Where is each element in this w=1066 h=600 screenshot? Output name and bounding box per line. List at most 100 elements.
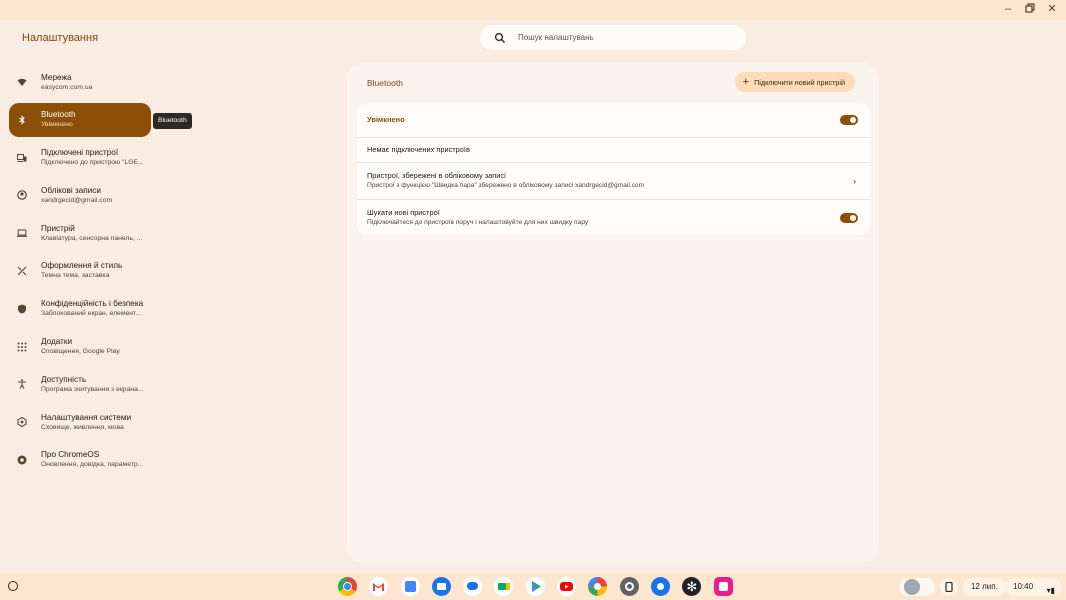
search-icon (494, 32, 506, 43)
sidebar-item-label: Облікові записи (41, 185, 101, 195)
bluetooth-icon (17, 115, 27, 125)
sidebar-item-sub: Увімкнено (41, 121, 73, 129)
snowflake-app-icon[interactable]: ✻ (682, 577, 702, 596)
sidebar: Мережа easycom.com.ua Bluetooth Увімкнено … (9, 65, 157, 481)
youtube-icon[interactable] (557, 577, 577, 596)
fast-pair-scan-sub: Підключайтеся до пристроїв поруч і налаш… (367, 218, 589, 226)
fast-pair-scan-row[interactable]: Шукати нові пристрої Підключайтеся до пр… (357, 200, 870, 235)
sidebar-item-label: Оформлення й стиль (41, 261, 123, 271)
settings-icon[interactable] (619, 577, 639, 596)
launcher-button[interactable] (8, 581, 18, 591)
clock: 10:40 (1013, 582, 1034, 591)
sidebar-item-accessibility[interactable]: Доступність Програма зчитування з екрана.… (9, 367, 151, 401)
account-avatar[interactable] (899, 578, 935, 596)
sidebar-item-sub: Програма зчитування з екрана... (41, 385, 144, 393)
fast-pair-scan-title: Шукати нові пристрої (367, 207, 440, 217)
app-title: Налаштування (22, 32, 99, 44)
bluetooth-state-label: Увімкнено (367, 115, 405, 124)
pair-new-device-button[interactable]: + Підключити новий пристрій (734, 72, 855, 92)
app-blue-icon[interactable] (650, 577, 670, 596)
sidebar-item-sub: Заблокований екран, елемент... (41, 310, 142, 318)
sidebar-item-label: Налаштування системи (41, 412, 132, 422)
window-controls: – ✕ (1002, 3, 1058, 15)
sidebar-item-label: Додатки (41, 337, 73, 347)
restore-icon (1025, 3, 1035, 13)
window-titlebar: – ✕ (0, 0, 1066, 20)
avatar (904, 579, 920, 595)
shelf: ✻ 12 лип. 10:40 ▾▮ (0, 573, 1066, 600)
page-title: Bluetooth (367, 78, 403, 88)
sidebar-item-label: Про ChromeOS (41, 450, 100, 460)
play-store-icon[interactable] (525, 577, 545, 596)
sidebar-item-label: Конфіденційність і безпека (41, 299, 144, 309)
sidebar-item-device[interactable]: Пристрій Клавіатура, сенсорна панель, ... (9, 216, 151, 250)
gmail-icon[interactable] (369, 577, 389, 596)
search-box[interactable] (480, 25, 746, 50)
sidebar-item-sub: Оновлення, довідка, параметр... (41, 461, 144, 469)
fast-pair-toggle[interactable] (840, 212, 858, 223)
settings-app: Налаштування Мережаeasycom.com.ua Blueto… (0, 20, 1066, 573)
laptop-icon (17, 228, 27, 238)
sidebar-item-apps[interactable]: Додатки Сповіщення, Google Play (9, 330, 151, 364)
connected-devices-icon (17, 153, 27, 163)
sidebar-item-sub: Клавіатура, сенсорна панель, ... (41, 234, 143, 242)
photos-icon[interactable] (588, 577, 608, 596)
phone-hub-button[interactable] (940, 578, 958, 596)
palette-icon (17, 266, 27, 276)
close-button[interactable]: ✕ (1046, 3, 1058, 15)
status-tray[interactable]: 10:40 ▾▮ (1005, 578, 1061, 596)
sidebar-item-label: Bluetooth (41, 110, 76, 120)
sidebar-item-sub: xandrgecid@gmail.com (41, 196, 113, 204)
chromeos-icon (17, 455, 27, 465)
plus-icon: + (742, 75, 750, 88)
shield-icon (17, 304, 27, 314)
no-devices-row: Немає підключених пристроїв (357, 138, 870, 162)
messages-icon[interactable] (463, 577, 483, 596)
date-tray[interactable]: 12 лип. (963, 578, 1006, 596)
saved-devices-title: Пристрої, збережені в обліковому записі (367, 171, 506, 180)
minimize-button[interactable]: – (1002, 3, 1014, 15)
sidebar-item-sub: Сховище, живлення, мова (41, 423, 124, 431)
bluetooth-toggle[interactable] (840, 115, 858, 125)
bluetooth-panel: Bluetooth + Підключити новий пристрій Ув… (347, 63, 879, 563)
sidebar-item-accounts[interactable]: Облікові записи xandrgecid@gmail.com (9, 178, 151, 212)
sidebar-item-bluetooth[interactable]: Bluetooth Увімкнено (9, 102, 151, 137)
saved-devices-row[interactable]: Пристрої, збережені в обліковому записі … (357, 163, 870, 199)
restore-button[interactable] (1024, 3, 1036, 15)
pair-new-device-label: Підключити новий пристрій (754, 77, 845, 87)
search-input[interactable] (518, 33, 718, 42)
wifi-icon (17, 77, 27, 87)
sidebar-item-label: Мережа (41, 72, 72, 82)
chevron-right-icon: › (853, 176, 856, 186)
no-devices-label: Немає підключених пристроїв (367, 145, 470, 154)
sidebar-item-label: Пристрій (41, 223, 75, 233)
sidebar-item-personalization[interactable]: Оформлення й стиль Темна тема, заставка (9, 254, 151, 288)
sidebar-item-sub: Темна тема, заставка (41, 272, 110, 280)
saved-devices-sub: Пристрої з функцією "Швидка пара" збереж… (367, 182, 645, 189)
sidebar-item-about-chromeos[interactable]: Про ChromeOS Оновлення, довідка, параметр… (9, 443, 151, 477)
sidebar-item-sub: Сповіщення, Google Play (41, 348, 120, 356)
sidebar-item-sub: Підключено до пристрою "LGE... (41, 159, 144, 167)
pink-app-icon[interactable] (713, 577, 733, 596)
chrome-icon[interactable] (338, 577, 357, 596)
bluetooth-tooltip: Bluetooth (153, 113, 192, 129)
apps-grid-icon (17, 342, 27, 352)
account-icon (17, 190, 27, 201)
files-icon[interactable] (431, 577, 451, 596)
sidebar-item-sub: easycom.com.ua (41, 83, 93, 91)
meet-icon[interactable] (494, 577, 514, 596)
bluetooth-card: Увімкнено Немає підключених пристроїв Пр… (357, 103, 870, 235)
sidebar-item-label: Доступність (41, 374, 87, 384)
sidebar-item-privacy[interactable]: Конфіденційність і безпека Заблокований е… (9, 292, 151, 326)
shelf-apps: ✻ (338, 577, 733, 596)
wifi-battery-icon: ▾▮ (1046, 586, 1055, 595)
sidebar-item-label: Підключені пристрої (41, 148, 119, 158)
sidebar-item-network[interactable]: Мережа easycom.com.ua (9, 65, 151, 99)
system-icon (17, 417, 27, 428)
bluetooth-toggle-row[interactable]: Увімкнено (357, 103, 870, 137)
calendar-icon[interactable] (400, 577, 420, 596)
sidebar-item-connected-devices[interactable]: Підключені пристрої Підключено до пристро… (9, 141, 151, 175)
phone-icon (945, 582, 953, 592)
sidebar-item-system[interactable]: Налаштування системи Сховище, живлення, м… (9, 405, 151, 439)
accessibility-icon (17, 379, 27, 390)
